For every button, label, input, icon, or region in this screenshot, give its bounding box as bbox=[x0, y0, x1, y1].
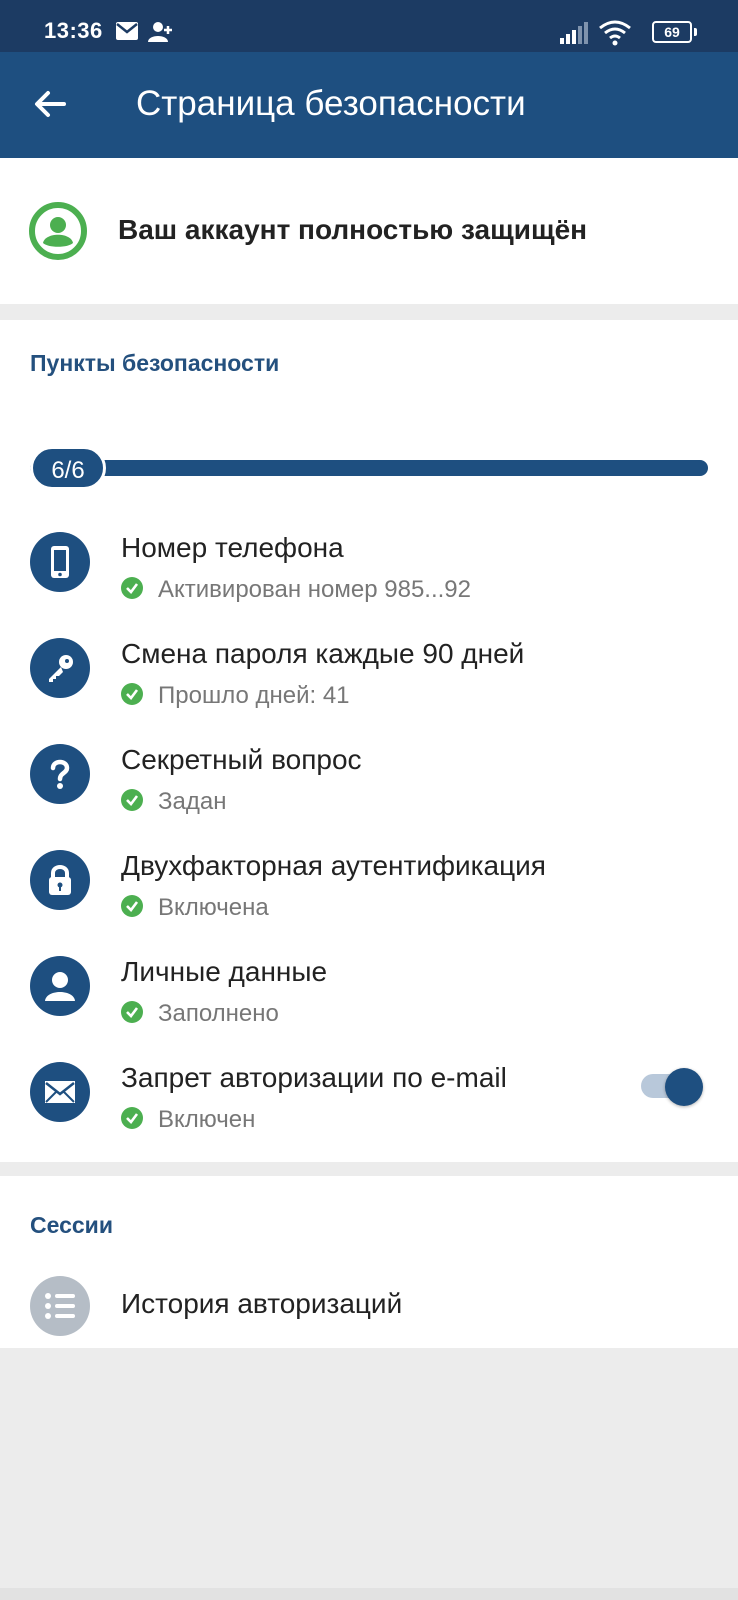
navigation-bar bbox=[0, 1588, 738, 1600]
protection-message: Ваш аккаунт полностью защищён bbox=[118, 214, 588, 245]
question-icon bbox=[30, 744, 90, 804]
sessions-card: Сессии История авторизаций bbox=[0, 1176, 738, 1348]
battery-icon: 69 bbox=[652, 21, 692, 43]
person-icon bbox=[30, 956, 90, 1016]
list-icon bbox=[30, 1276, 90, 1336]
toggle-knob bbox=[665, 1068, 703, 1106]
item-status: Задан bbox=[158, 788, 227, 815]
item-status: Прошло дней: 41 bbox=[158, 682, 350, 709]
check-icon bbox=[121, 683, 143, 705]
item-status: Активирован номер 985...92 bbox=[158, 576, 471, 603]
item-title: Запрет авторизации по e-mail bbox=[121, 1062, 507, 1093]
check-icon bbox=[121, 895, 143, 917]
protection-status-card: Ваш аккаунт полностью защищён bbox=[0, 158, 738, 304]
status-time: 13:36 bbox=[44, 18, 103, 43]
back-arrow-icon[interactable] bbox=[26, 80, 76, 130]
mail-notification-icon bbox=[116, 22, 138, 45]
item-title: Номер телефона bbox=[121, 532, 344, 563]
page-title: Страница безопасности bbox=[136, 84, 526, 123]
item-title: Двухфакторная аутентификация bbox=[121, 850, 546, 881]
check-icon bbox=[121, 1001, 143, 1023]
security-points-card: Пункты безопасности 6/6 Номер телефона А… bbox=[0, 320, 738, 1162]
check-icon bbox=[121, 789, 143, 811]
authorization-history-link[interactable]: История авторизаций bbox=[121, 1288, 402, 1320]
check-icon bbox=[121, 577, 143, 599]
item-title: Смена пароля каждые 90 дней bbox=[121, 638, 525, 669]
progress-label: 6/6 bbox=[30, 446, 106, 490]
email-auth-ban-toggle[interactable] bbox=[641, 1066, 703, 1106]
key-icon bbox=[30, 638, 90, 698]
mail-icon bbox=[30, 1062, 90, 1122]
item-status: Включена bbox=[158, 894, 269, 921]
item-status: Заполнено bbox=[158, 1000, 279, 1027]
check-icon bbox=[121, 1107, 143, 1129]
person-add-notification-icon bbox=[148, 20, 174, 49]
security-item-personal-data[interactable]: Личные данные Заполнено bbox=[0, 956, 738, 1056]
app-bar: Страница безопасности bbox=[0, 52, 738, 158]
phone-icon bbox=[30, 532, 90, 592]
security-item-two-factor[interactable]: Двухфакторная аутентификация Включена bbox=[0, 850, 738, 950]
security-item-secret-question[interactable]: Секретный вопрос Задан bbox=[0, 744, 738, 844]
wifi-icon bbox=[598, 20, 632, 51]
section-title-security-points: Пункты безопасности bbox=[30, 350, 280, 376]
item-title: Личные данные bbox=[121, 956, 328, 987]
user-shield-icon bbox=[28, 201, 88, 261]
security-item-email-auth-ban[interactable]: Запрет авторизации по e-mail Включен bbox=[0, 1062, 738, 1162]
signal-icon bbox=[560, 22, 588, 49]
security-progress-bar: 6/6 bbox=[30, 446, 708, 490]
section-title-sessions: Сессии bbox=[30, 1212, 113, 1238]
item-title: Секретный вопрос bbox=[121, 744, 362, 775]
item-status: Включен bbox=[158, 1106, 256, 1133]
lock-icon bbox=[30, 850, 90, 910]
security-item-password[interactable]: Смена пароля каждые 90 дней Прошло дней:… bbox=[0, 638, 738, 738]
security-item-phone[interactable]: Номер телефона Активирован номер 985...9… bbox=[0, 532, 738, 632]
battery-nub bbox=[694, 28, 697, 36]
progress-track bbox=[30, 460, 708, 476]
status-bar: 13:36 69 bbox=[0, 0, 738, 52]
